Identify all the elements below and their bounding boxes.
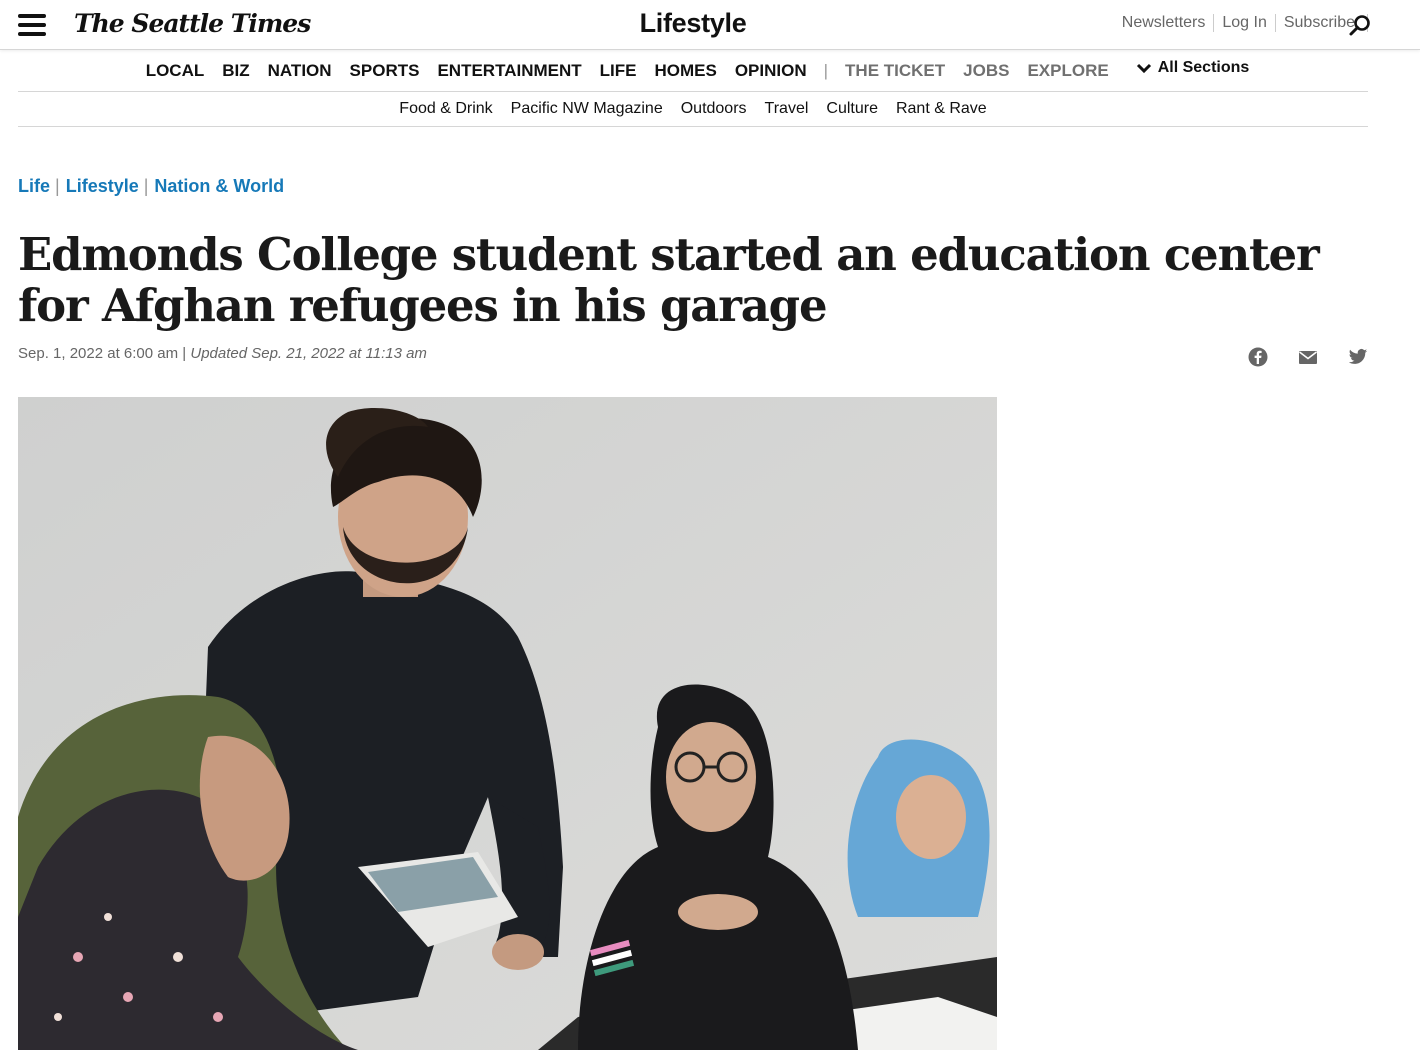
primary-nav: LOCAL BIZ NATION SPORTS ENTERTAINMENT LI… xyxy=(18,50,1368,92)
article-photo[interactable] xyxy=(18,397,997,1050)
nav-the-ticket[interactable]: THE TICKET xyxy=(845,61,945,81)
chevron-down-icon xyxy=(1136,63,1151,73)
nav-homes[interactable]: HOMES xyxy=(654,61,716,81)
nav-sports[interactable]: SPORTS xyxy=(350,61,420,81)
search-icon[interactable] xyxy=(1348,13,1372,37)
breadcrumb-divider: | xyxy=(55,176,60,196)
share-buttons xyxy=(1248,347,1368,367)
email-icon[interactable] xyxy=(1298,347,1318,367)
published-date: Sep. 1, 2022 at 6:00 am xyxy=(18,345,179,362)
subnav-rant-rave[interactable]: Rant & Rave xyxy=(896,100,987,118)
article-dateline: Sep. 1, 2022 at 6:00 am | Updated Sep. 2… xyxy=(18,345,427,362)
breadcrumb-life[interactable]: Life xyxy=(18,176,50,197)
article-headline: Edmonds College student started an educa… xyxy=(18,228,1320,332)
updated-date: Updated Sep. 21, 2022 at 11:13 am xyxy=(190,345,427,362)
nav-opinion[interactable]: OPINION xyxy=(735,61,807,81)
newsletters-link[interactable]: Newsletters xyxy=(1114,14,1215,32)
login-link[interactable]: Log In xyxy=(1214,14,1276,32)
photo-illustration xyxy=(18,397,997,1050)
facebook-icon[interactable] xyxy=(1248,347,1268,367)
top-bar: The Seattle Times Lifestyle Newsletters … xyxy=(0,0,1420,50)
all-sections-label: All Sections xyxy=(1157,58,1250,76)
breadcrumb-lifestyle[interactable]: Lifestyle xyxy=(66,176,139,197)
subnav-outdoors[interactable]: Outdoors xyxy=(681,100,747,118)
secondary-nav: Food & Drink Pacific NW Magazine Outdoor… xyxy=(18,92,1368,127)
all-sections-button[interactable]: All Sections xyxy=(1136,58,1250,77)
nav-entertainment[interactable]: ENTERTAINMENT xyxy=(437,61,581,81)
nav-local[interactable]: LOCAL xyxy=(146,61,205,81)
nav-separator: | xyxy=(823,60,829,80)
subnav-pacific-nw-magazine[interactable]: Pacific NW Magazine xyxy=(511,100,663,118)
utility-links: Newsletters Log In Subscribe xyxy=(1114,14,1368,32)
nav-nation[interactable]: NATION xyxy=(268,61,332,81)
nav-life[interactable]: LIFE xyxy=(600,61,637,81)
nav-explore[interactable]: EXPLORE xyxy=(1027,61,1108,81)
breadcrumb-nation-world[interactable]: Nation & World xyxy=(154,176,284,197)
subnav-food-drink[interactable]: Food & Drink xyxy=(399,100,492,118)
twitter-icon[interactable] xyxy=(1348,347,1368,367)
date-separator: | xyxy=(178,345,191,362)
subnav-culture[interactable]: Culture xyxy=(826,100,878,118)
nav-jobs[interactable]: JOBS xyxy=(963,61,1009,81)
breadcrumb-divider: | xyxy=(143,176,149,196)
nav-biz[interactable]: BIZ xyxy=(222,61,249,81)
breadcrumb: Life | Lifestyle | Nation & World xyxy=(18,176,284,197)
subnav-travel[interactable]: Travel xyxy=(765,100,809,118)
